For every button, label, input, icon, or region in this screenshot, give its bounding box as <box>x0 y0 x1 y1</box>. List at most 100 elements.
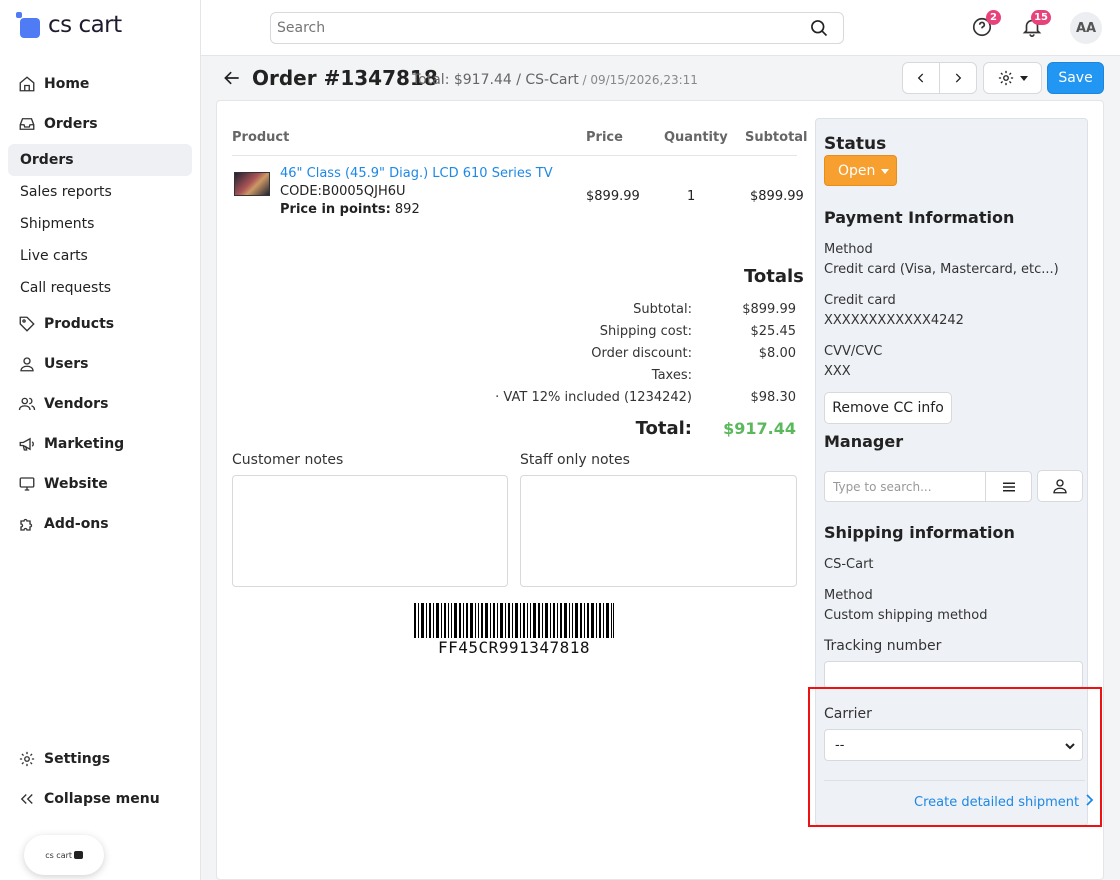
sidebar-item-label: Call requests <box>20 280 112 296</box>
chevron-left-icon <box>917 73 924 83</box>
sidebar-item-website[interactable]: Website <box>8 468 192 500</box>
search-box <box>270 12 844 44</box>
grand-total-value: $917.44 <box>723 419 796 438</box>
barcode-text: FF45CR991347818 <box>438 638 590 657</box>
cvv-value: XXX <box>824 364 851 379</box>
sidebar-item-users[interactable]: Users <box>8 348 192 380</box>
search-icon[interactable] <box>809 18 829 38</box>
totals-label: Order discount: <box>591 346 692 361</box>
sidebar-item-products[interactable]: Products <box>8 308 192 340</box>
barcode-image <box>414 603 614 638</box>
prev-order-button[interactable] <box>903 63 939 93</box>
back-arrow-icon[interactable] <box>222 68 242 88</box>
sidebar-item-label: Users <box>44 356 89 372</box>
order-pager <box>902 62 977 94</box>
product-name-link[interactable]: 46" Class (45.9" Diag.) LCD 610 Series T… <box>280 166 553 181</box>
sidebar-item-collapse-menu[interactable]: Collapse menu <box>8 783 192 815</box>
avatar[interactable]: AA <box>1070 12 1102 44</box>
sidebar-item-vendors[interactable]: Vendors <box>8 388 192 420</box>
sidebar-item-label: Live carts <box>20 248 88 264</box>
grand-total-label: Total: <box>635 418 692 439</box>
payment-info-heading: Payment Information <box>824 208 1015 227</box>
sidebar-item-label: Vendors <box>44 396 109 412</box>
manager-list-button[interactable] <box>985 471 1032 502</box>
sidebar-item-add-ons[interactable]: Add-ons <box>8 508 192 540</box>
remove-cc-info-button[interactable]: Remove CC info <box>824 392 952 424</box>
logo-icon <box>16 12 42 38</box>
sidebar-item-label: Orders <box>20 152 74 168</box>
points-value: 892 <box>390 202 420 217</box>
customer-notes-field[interactable] <box>232 475 508 587</box>
sidebar-subitem-sales-reports[interactable]: Sales reports <box>8 176 192 208</box>
caret-down-icon <box>1019 76 1028 81</box>
product-subtotal: $899.99 <box>750 189 804 204</box>
cvv-label: CVV/CVC <box>824 344 883 359</box>
help-button[interactable]: 2 <box>971 10 1001 38</box>
next-order-button[interactable] <box>939 63 976 93</box>
users-icon <box>18 395 36 413</box>
order-date: / 09/15/2026,23:11 <box>578 73 698 87</box>
gear-icon <box>18 750 36 768</box>
shipping-method-label: Method <box>824 588 873 603</box>
totals-value: $25.45 <box>750 324 797 339</box>
status-value: Open <box>838 162 876 179</box>
sidebar-item-label: Add-ons <box>44 516 109 532</box>
staff-notes-field[interactable] <box>520 475 797 587</box>
order-meta: Total: $917.44 / CS-Cart / 09/15/2026,23… <box>412 72 698 88</box>
credit-card-label: Credit card <box>824 293 896 308</box>
sidebar: cs cart Home Orders Orders Sales reports… <box>0 0 201 880</box>
sidebar-item-label: Home <box>44 76 90 92</box>
double-chevron-left-icon <box>18 790 36 808</box>
tracking-number-input[interactable] <box>824 661 1083 689</box>
totals-value: $98.30 <box>750 390 797 405</box>
manager-search-input[interactable] <box>824 471 986 502</box>
shipping-method-value: Custom shipping method <box>824 608 988 623</box>
highlight-box <box>808 687 1102 827</box>
table-divider <box>232 155 797 156</box>
settings-dropdown-button[interactable] <box>983 62 1042 94</box>
sidebar-subitem-orders[interactable]: Orders <box>8 144 192 176</box>
topbar: 2 15 AA <box>201 0 1120 56</box>
product-thumbnail[interactable] <box>234 172 270 196</box>
notifications-button[interactable]: 15 <box>1021 10 1051 38</box>
sidebar-item-home[interactable]: Home <box>8 68 192 100</box>
gear-icon <box>998 70 1013 86</box>
order-total-meta: Total: $917.44 / CS-Cart <box>412 72 579 88</box>
totals-value: $8.00 <box>758 346 796 361</box>
page-title: Order #1347818 <box>252 66 438 90</box>
help-badge: 2 <box>986 10 1001 25</box>
sidebar-subitem-live-carts[interactable]: Live carts <box>8 240 192 272</box>
search-input[interactable] <box>277 20 797 36</box>
product-code: CODE:B0005QJH6U <box>280 184 406 199</box>
payment-method-label: Method <box>824 242 873 257</box>
status-dropdown[interactable]: Open <box>824 155 897 186</box>
monitor-icon <box>18 475 36 493</box>
caret-down-icon <box>881 169 889 174</box>
sidebar-subitem-shipments[interactable]: Shipments <box>8 208 192 240</box>
manager-heading: Manager <box>824 432 904 451</box>
save-button[interactable]: Save <box>1047 62 1104 94</box>
floating-logo-tag <box>74 851 83 859</box>
inbox-icon <box>18 115 36 133</box>
product-quantity: 1 <box>687 189 696 204</box>
floating-logo-text: cs cart <box>45 850 73 860</box>
sidebar-item-label: Shipments <box>20 216 95 232</box>
sidebar-subitem-call-requests[interactable]: Call requests <box>8 272 192 304</box>
sidebar-item-settings[interactable]: Settings <box>8 743 192 775</box>
tracking-number-label: Tracking number <box>824 638 942 654</box>
totals-label: Subtotal: <box>633 302 692 317</box>
sidebar-item-marketing[interactable]: Marketing <box>8 428 192 460</box>
sidebar-item-orders[interactable]: Orders <box>8 108 192 140</box>
totals-label: Taxes: <box>651 368 692 383</box>
sidebar-item-label: Collapse menu <box>44 791 160 807</box>
product-price: $899.99 <box>586 189 640 204</box>
chevron-right-icon <box>955 73 962 83</box>
totals-heading: Totals <box>744 266 804 287</box>
logo[interactable]: cs cart <box>16 12 122 38</box>
customer-notes-label: Customer notes <box>232 452 344 468</box>
assign-manager-button[interactable] <box>1037 470 1083 502</box>
tag-icon <box>18 315 36 333</box>
floating-logo-button[interactable]: cs cart <box>24 835 104 875</box>
product-points: Price in points: 892 <box>280 202 420 217</box>
column-header-price: Price <box>586 130 623 145</box>
